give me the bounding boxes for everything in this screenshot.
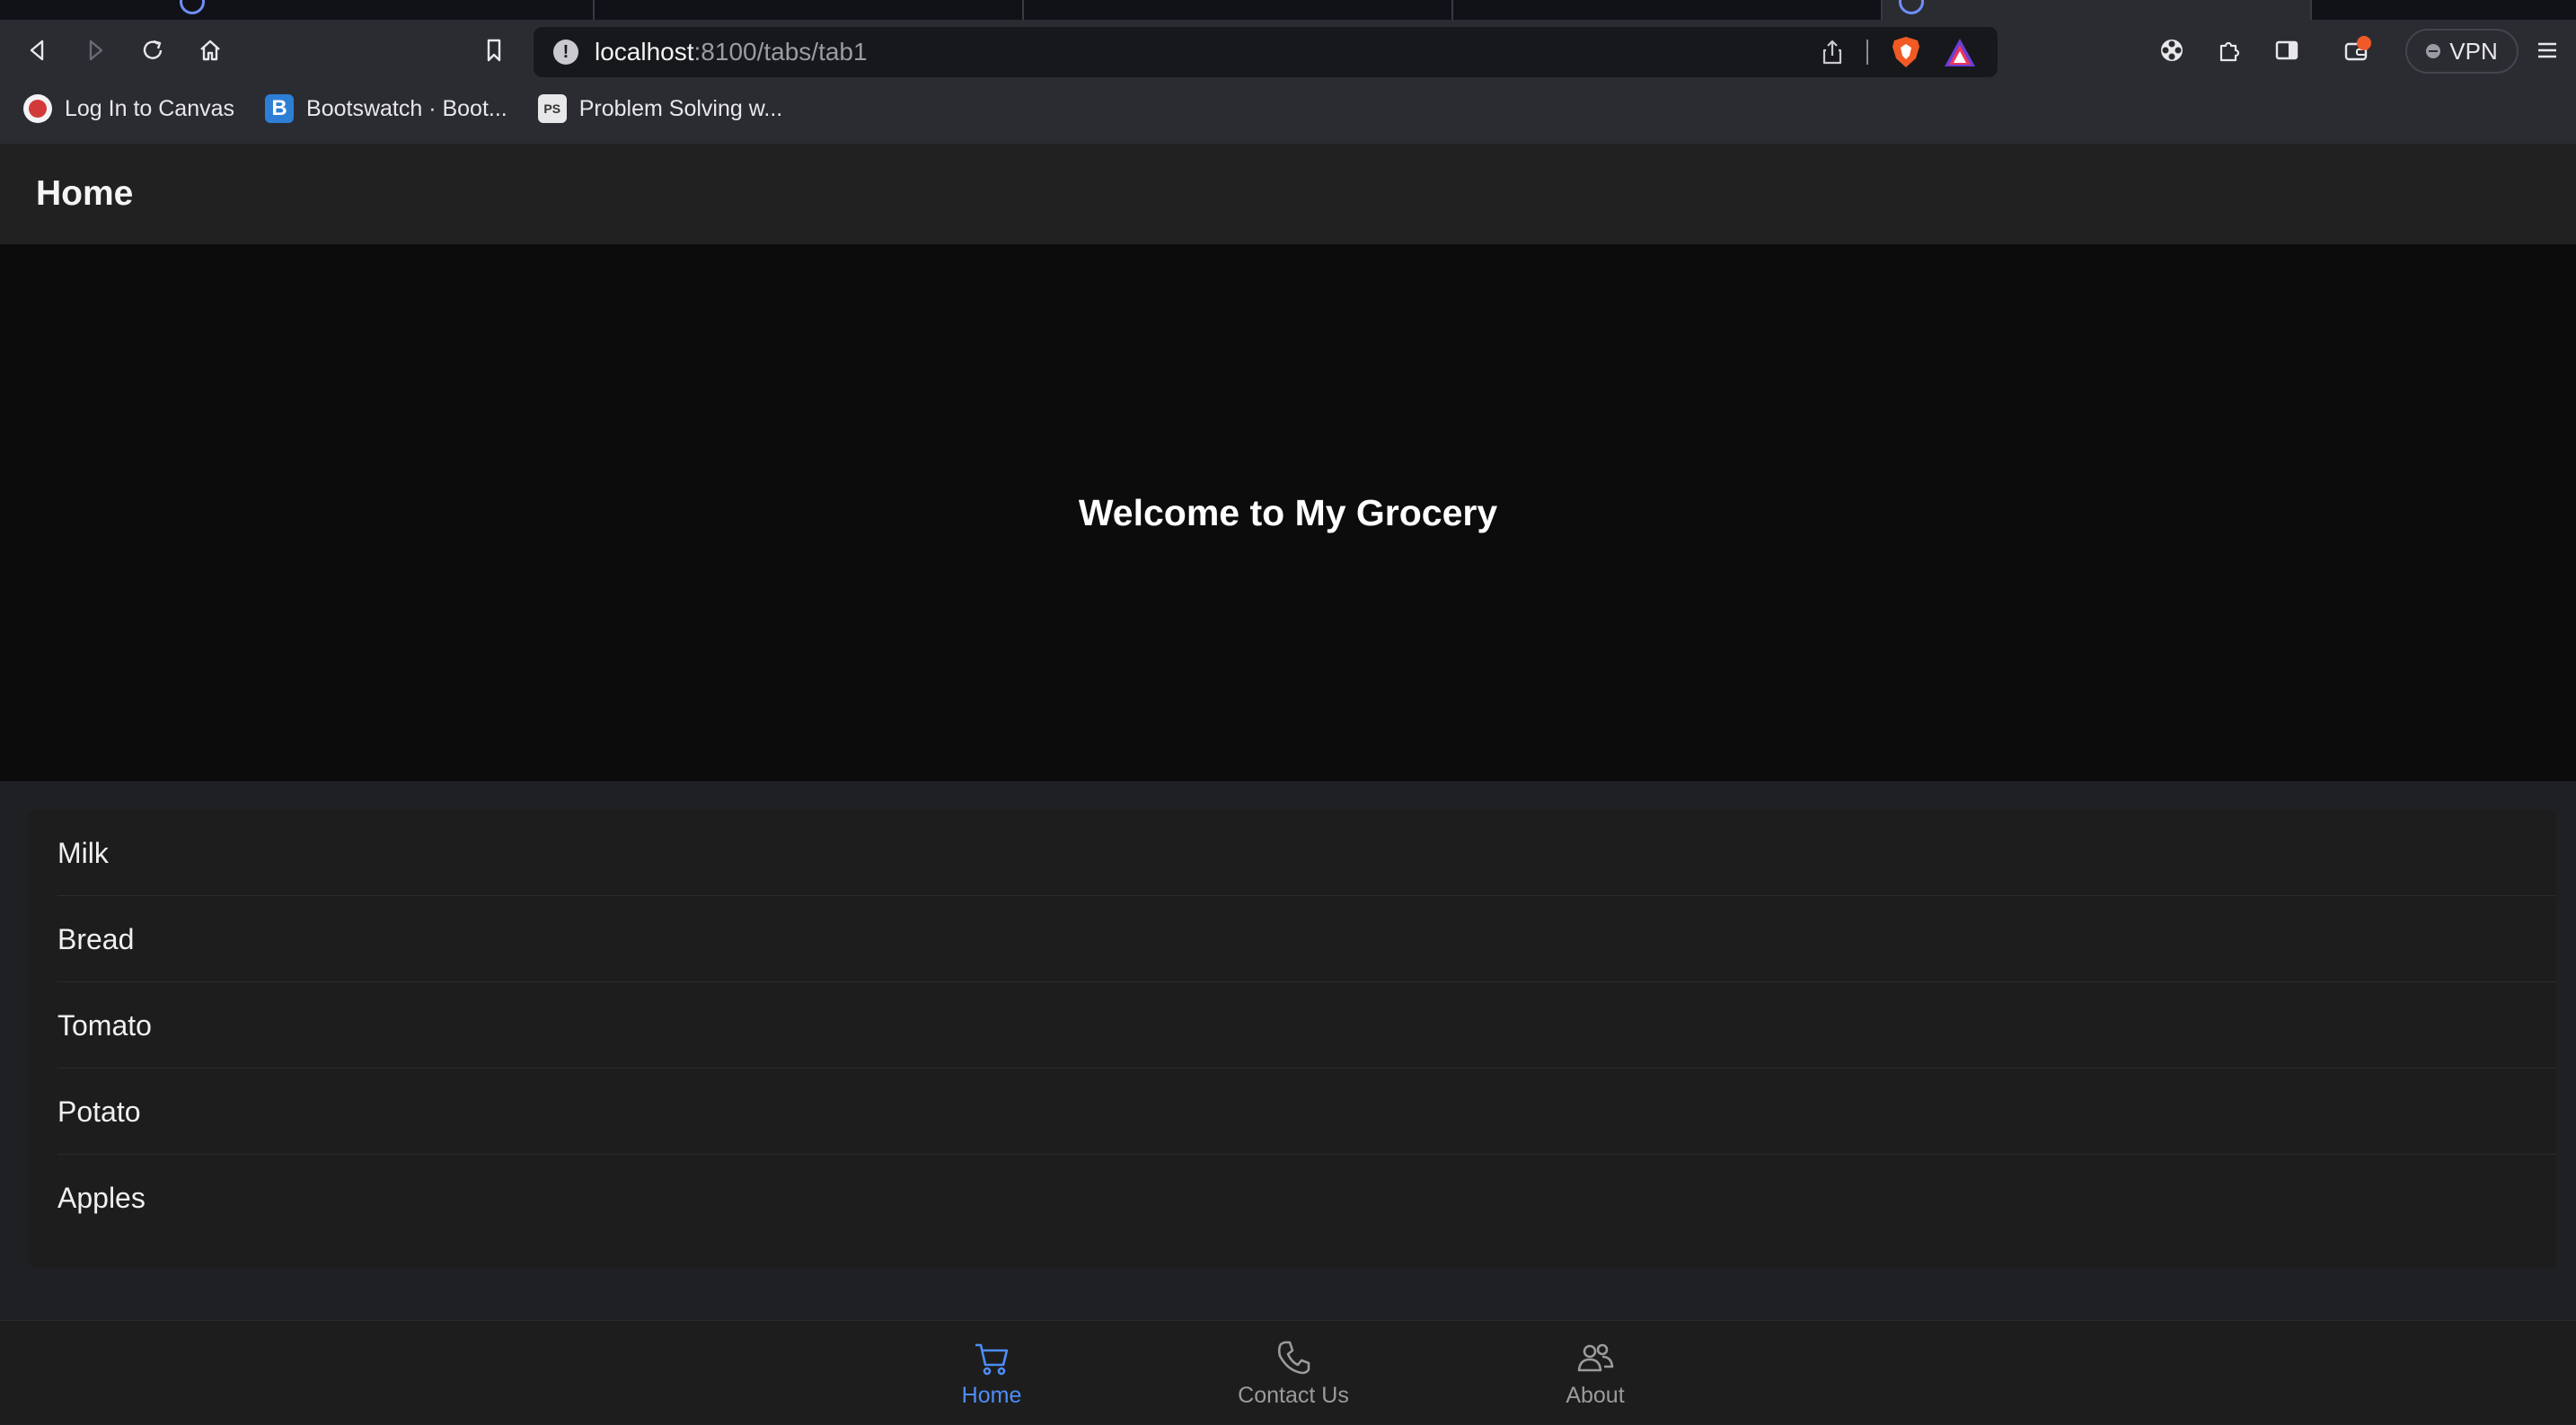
- brave-rewards-icon[interactable]: [1942, 36, 1978, 70]
- tab-favicon-icon: [1899, 0, 1924, 14]
- tab-label: Contact Us: [1238, 1382, 1349, 1408]
- app-window: Home Welcome to My Grocery Milk Bread To…: [0, 144, 2576, 1424]
- vpn-status-icon: [2426, 44, 2441, 58]
- browser-tab-active[interactable]: [1883, 0, 2312, 20]
- forward-button[interactable]: [77, 32, 113, 68]
- list-item[interactable]: Potato: [29, 1069, 2556, 1155]
- divider: [1866, 40, 1868, 65]
- bookmark-label: Problem Solving w...: [578, 95, 783, 121]
- bookmark-label: Log In to Canvas: [65, 95, 235, 121]
- welcome-heading: Welcome to My Grocery: [1078, 491, 1498, 533]
- home-button[interactable]: [192, 32, 228, 68]
- reload-icon: [143, 40, 163, 59]
- app-header: Home: [0, 144, 2576, 244]
- list-item[interactable]: Tomato: [29, 982, 2556, 1069]
- cart-icon: [975, 1343, 1009, 1375]
- url-path: :8100/tabs/tab1: [693, 38, 868, 66]
- browser-tab[interactable]: [1024, 0, 1453, 20]
- puzzle-icon: [2219, 41, 2240, 62]
- home-icon: [200, 40, 220, 61]
- reload-button[interactable]: [135, 32, 171, 68]
- browser-tab[interactable]: [595, 0, 1024, 20]
- vpn-label: VPN: [2449, 37, 2498, 65]
- tab-label: Home: [961, 1382, 1022, 1408]
- tab-about[interactable]: About: [1505, 1321, 1685, 1425]
- browser-chrome: ! localhost:8100/tabs/tab1 VPN Log In to…: [0, 0, 2576, 144]
- bookmark-problem-solving[interactable]: PS Problem Solving w...: [537, 94, 783, 123]
- page-title: Home: [36, 174, 134, 213]
- forward-icon: [89, 40, 103, 61]
- vpn-button[interactable]: VPN: [2405, 29, 2519, 74]
- tab-label: About: [1566, 1382, 1625, 1408]
- tab-home[interactable]: Home: [902, 1321, 1081, 1425]
- list-item[interactable]: Milk: [29, 810, 2556, 896]
- hamburger-menu-icon: [2538, 42, 2556, 58]
- bookmark-canvas[interactable]: Log In to Canvas: [23, 94, 234, 123]
- menu-button[interactable]: [2529, 32, 2565, 68]
- wallet-button[interactable]: [2339, 32, 2375, 68]
- tab-strip: [0, 0, 2576, 20]
- url-host: localhost: [595, 38, 694, 66]
- bookmark-label: Bootswatch · Boot...: [306, 95, 507, 121]
- canvas-icon: [23, 94, 52, 123]
- brave-shields-icon[interactable]: [1888, 34, 1924, 70]
- bookmark-page-button[interactable]: [476, 32, 512, 68]
- browser-toolbar: ! localhost:8100/tabs/tab1 VPN: [0, 20, 2576, 83]
- sidebar-button[interactable]: [2269, 32, 2305, 68]
- list-item[interactable]: Bread: [29, 896, 2556, 982]
- problem-solving-icon: PS: [537, 94, 567, 123]
- phone-icon: [1277, 1341, 1310, 1374]
- sidebar-icon: [2275, 40, 2298, 60]
- browser-tab[interactable]: [0, 0, 595, 20]
- address-bar[interactable]: ! localhost:8100/tabs/tab1: [534, 27, 1998, 77]
- hero-banner: Welcome to My Grocery: [0, 244, 2576, 781]
- share-icon[interactable]: [1818, 38, 1847, 66]
- extensions-button[interactable]: [2211, 32, 2247, 68]
- people-icon: [1577, 1343, 1614, 1371]
- bottom-tab-bar: Home Contact Us About: [0, 1320, 2576, 1424]
- bookmark-bootswatch[interactable]: B Bootswatch · Boot...: [265, 94, 507, 123]
- puzzle-flower-icon: [2161, 40, 2183, 61]
- grocery-list: Milk Bread Tomato Potato Apples: [29, 810, 2556, 1268]
- tab-contact-us[interactable]: Contact Us: [1204, 1321, 1383, 1425]
- notification-badge: [2357, 36, 2371, 50]
- back-button[interactable]: [20, 32, 56, 68]
- list-item[interactable]: Apples: [29, 1155, 2556, 1241]
- bookmark-icon: [487, 39, 501, 62]
- bootswatch-icon: B: [265, 94, 295, 123]
- bookmarks-bar: Log In to Canvas B Bootswatch · Boot... …: [0, 83, 2576, 135]
- extension-button[interactable]: [2154, 32, 2190, 68]
- site-info-icon[interactable]: !: [553, 40, 578, 65]
- url-text[interactable]: localhost:8100/tabs/tab1: [595, 38, 868, 66]
- tab-favicon-icon: [180, 0, 205, 14]
- back-icon: [30, 40, 44, 61]
- browser-tab[interactable]: [1453, 0, 1883, 20]
